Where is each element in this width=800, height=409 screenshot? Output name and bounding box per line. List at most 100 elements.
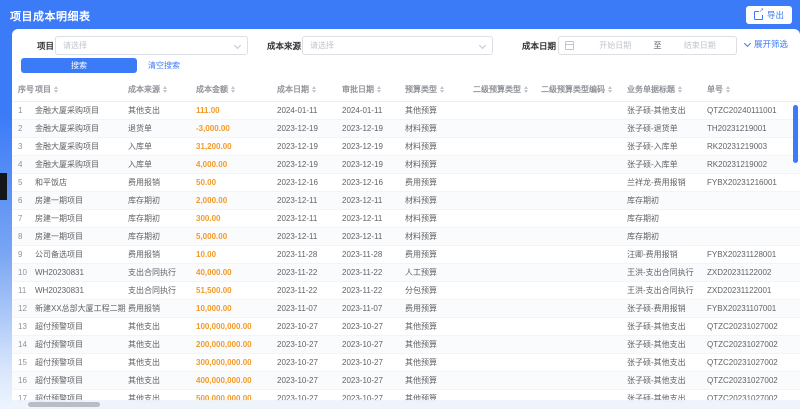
cell-budget-type: 其他预算 bbox=[405, 376, 437, 385]
cell-doc-no: FYBX20231128001 bbox=[707, 250, 777, 259]
start-date-placeholder: 开始日期 bbox=[599, 41, 632, 50]
cell-project: WH20230831 bbox=[35, 286, 84, 295]
cell-amount: 300,000,000.00 bbox=[196, 358, 252, 367]
cell-doc-title: 张子硕-退货单 bbox=[627, 124, 678, 133]
table-row: 8 房建一期项目 库存期初 5,000.00 2023-12-11 2023-12-11 材… bbox=[12, 228, 800, 246]
cell-budget-type: 其他预算 bbox=[405, 340, 437, 349]
sort-icon[interactable] bbox=[608, 86, 612, 93]
cell-doc-title: 张子硕-入库单 bbox=[627, 160, 678, 169]
cell-approval-date: 2023-11-22 bbox=[342, 286, 383, 295]
cell-sub-budget-code bbox=[541, 174, 627, 191]
cell-no: 9 bbox=[18, 250, 23, 259]
table-row: 14 超付预警项目 其他支出 200,000,000.00 2023-10-27 2023… bbox=[12, 336, 800, 354]
cell-cost-date: 2023-12-19 bbox=[277, 160, 318, 169]
vertical-scrollbar-thumb[interactable] bbox=[793, 105, 798, 163]
cell-doc-title: 张子硕-其他支出 bbox=[627, 376, 686, 385]
search-button[interactable]: 搜索 bbox=[21, 58, 137, 73]
cell-sub-budget-code bbox=[541, 156, 627, 173]
cell-no: 6 bbox=[18, 196, 23, 205]
cell-amount: 50.00 bbox=[196, 178, 217, 187]
table-row: 1 金融大厦采购项目 其他支出 111.00 2024-01-11 2024-01-11 其… bbox=[12, 102, 800, 120]
column-header[interactable]: 成本金额 bbox=[196, 84, 277, 95]
cell-budget-type: 材料预算 bbox=[405, 232, 437, 241]
expand-filters-link[interactable]: 展开筛选 bbox=[743, 38, 788, 50]
cell-amount: 10,000.00 bbox=[196, 304, 232, 313]
cost-date-filter-label: 成本日期 bbox=[522, 41, 557, 51]
sort-icon[interactable] bbox=[163, 86, 167, 93]
column-header-label: 项目 bbox=[35, 85, 51, 94]
column-header[interactable]: 预算类型 bbox=[405, 84, 473, 95]
clear-search-button[interactable]: 清空搜索 bbox=[148, 58, 180, 73]
page-title: 项目成本明细表 bbox=[10, 11, 91, 23]
cell-source: 入库单 bbox=[128, 142, 152, 151]
cell-no: 2 bbox=[18, 124, 23, 133]
sort-icon[interactable] bbox=[231, 86, 235, 93]
cell-sub-budget-code bbox=[541, 192, 627, 209]
cost-source-select-placeholder: 请选择 bbox=[310, 41, 334, 50]
column-header-label: 业务单据标题 bbox=[627, 85, 675, 94]
cell-budget-type: 人工预算 bbox=[405, 268, 437, 277]
column-header[interactable]: 成本来源 bbox=[128, 84, 196, 95]
cell-doc-no: QTZC20231027002 bbox=[707, 358, 778, 367]
cell-amount: 31,200.00 bbox=[196, 142, 232, 151]
cell-amount: 300.00 bbox=[196, 214, 221, 223]
cell-doc-title: 张子硕-入库单 bbox=[627, 142, 678, 151]
cell-project: 金融大厦采购项目 bbox=[35, 160, 99, 169]
project-select[interactable]: 请选择 bbox=[55, 36, 248, 55]
sort-icon[interactable] bbox=[54, 86, 58, 93]
cell-approval-date: 2023-11-28 bbox=[342, 250, 383, 259]
table-row: 6 房建一期项目 库存期初 2,000.00 2023-12-11 2023-12-11 材… bbox=[12, 192, 800, 210]
column-header[interactable]: 业务单据标题 bbox=[627, 84, 707, 95]
horizontal-scrollbar-thumb[interactable] bbox=[28, 402, 100, 407]
column-header[interactable]: 二级预算类型 bbox=[473, 84, 541, 95]
cell-approval-date: 2023-12-11 bbox=[342, 214, 383, 223]
column-header[interactable]: 审批日期 bbox=[342, 84, 405, 95]
cell-source: 其他支出 bbox=[128, 322, 160, 331]
cell-sub-budget-type bbox=[473, 120, 541, 137]
column-header-label: 审批日期 bbox=[342, 85, 374, 94]
column-header[interactable]: 项目 bbox=[35, 84, 128, 95]
cell-no: 10 bbox=[18, 268, 27, 277]
cell-source: 支出合同执行 bbox=[128, 268, 176, 277]
cell-approval-date: 2023-10-27 bbox=[342, 376, 383, 385]
cost-date-range-input[interactable]: 开始日期 至 结束日期 bbox=[558, 36, 737, 55]
cell-approval-date: 2023-10-27 bbox=[342, 358, 383, 367]
export-icon bbox=[753, 8, 764, 20]
table-row: 12 新建XX总部大厦工程二期 费用报销 10,000.00 2023-11-07 202… bbox=[12, 300, 800, 318]
horizontal-scrollbar-track[interactable] bbox=[12, 400, 800, 409]
cell-cost-date: 2023-10-27 bbox=[277, 322, 318, 331]
cell-cost-date: 2023-10-27 bbox=[277, 340, 318, 349]
sort-icon[interactable] bbox=[440, 86, 444, 93]
cell-doc-no: ZXD20231122001 bbox=[707, 286, 772, 295]
cell-sub-budget-code bbox=[541, 228, 627, 245]
cell-project: 公司备选项目 bbox=[35, 250, 83, 259]
cell-sub-budget-type bbox=[473, 246, 541, 263]
cell-sub-budget-code bbox=[541, 372, 627, 389]
cell-cost-date: 2023-12-11 bbox=[277, 214, 318, 223]
column-header[interactable]: 二级预算类型编码 bbox=[541, 84, 627, 95]
cell-sub-budget-code bbox=[541, 120, 627, 137]
cell-project: 房建一期项目 bbox=[35, 232, 83, 241]
cell-cost-date: 2023-12-11 bbox=[277, 232, 318, 241]
sort-icon[interactable] bbox=[726, 86, 730, 93]
export-button[interactable]: 导出 bbox=[745, 6, 792, 24]
table-row: 2 金融大厦采购项目 退货单 -3,000.00 2023-12-19 2023-12-1… bbox=[12, 120, 800, 138]
cell-project: 房建一期项目 bbox=[35, 214, 83, 223]
cell-budget-type: 材料预算 bbox=[405, 142, 437, 151]
cell-cost-date: 2023-12-19 bbox=[277, 142, 318, 151]
table-row: 4 金融大厦采购项目 入库单 4,000.00 2023-12-19 2023-12-19… bbox=[12, 156, 800, 174]
cell-no: 16 bbox=[18, 376, 27, 385]
cost-source-select[interactable]: 请选择 bbox=[302, 36, 493, 55]
cell-approval-date: 2023-12-11 bbox=[342, 196, 383, 205]
column-header[interactable]: 成本日期 bbox=[277, 84, 342, 95]
sort-icon[interactable] bbox=[377, 86, 381, 93]
cell-sub-budget-code bbox=[541, 318, 627, 335]
cell-amount: 10.00 bbox=[196, 250, 217, 259]
cell-budget-type: 其他预算 bbox=[405, 322, 437, 331]
cell-cost-date: 2023-11-28 bbox=[277, 250, 318, 259]
cell-source: 费用报销 bbox=[128, 250, 160, 259]
sort-icon[interactable] bbox=[524, 86, 528, 93]
column-header[interactable]: 单号 bbox=[707, 84, 800, 95]
sort-icon[interactable] bbox=[678, 86, 682, 93]
sort-icon[interactable] bbox=[312, 86, 316, 93]
